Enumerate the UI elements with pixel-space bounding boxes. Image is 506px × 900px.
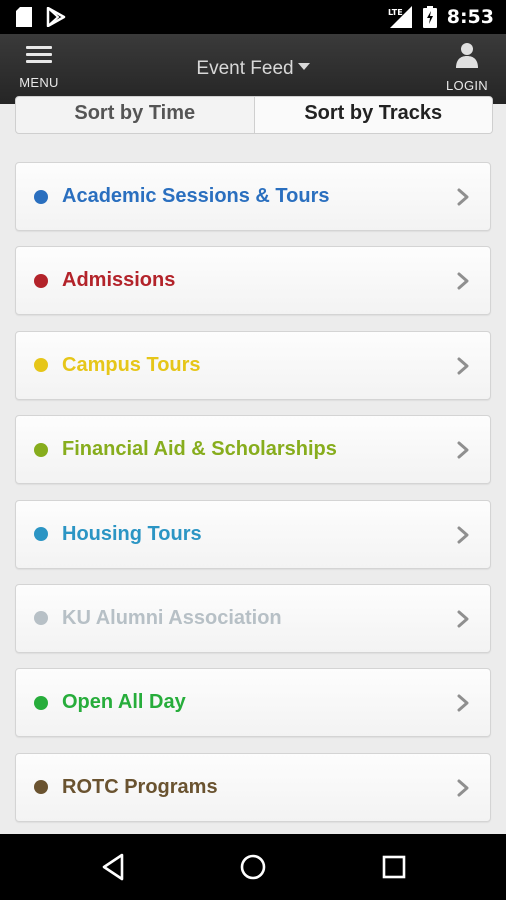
track-color-dot [34,358,48,373]
chevron-right-icon [457,694,469,712]
track-color-dot [34,442,48,457]
chevron-right-icon [457,441,469,459]
sort-segmented-control: Sort by Time Sort by Tracks [15,96,493,134]
track-row[interactable]: Campus Tours [15,330,491,400]
play-store-icon [46,7,66,27]
caret-down-icon [297,63,310,71]
track-label: Financial Aid & Scholarships [62,438,337,461]
status-bar: LTE 8:53 [0,0,506,34]
track-color-dot [34,780,48,795]
track-color-dot [34,695,48,710]
track-label: Campus Tours [62,353,201,376]
login-button[interactable]: LOGIN [442,42,492,98]
track-color-dot [34,189,48,204]
track-label: KU Alumni Association [62,606,282,629]
track-row[interactable]: ROTC Programs [15,752,491,822]
track-row[interactable]: Open All Day [15,668,491,738]
recents-icon[interactable] [378,851,410,883]
track-label: Admissions [62,269,176,292]
svg-text:LTE: LTE [388,8,403,17]
track-row[interactable]: Admissions [15,246,491,316]
home-icon[interactable] [237,851,269,883]
chevron-right-icon [457,188,469,206]
sort-by-time-button[interactable]: Sort by Time [16,97,254,133]
track-label: Academic Sessions & Tours [62,185,330,207]
sd-card-icon [16,7,32,27]
track-row[interactable]: Financial Aid & Scholarships [15,415,491,485]
sort-by-tracks-button[interactable]: Sort by Tracks [253,97,492,133]
navigation-bar [0,834,506,900]
track-color-dot [34,611,48,626]
back-icon[interactable] [98,851,130,883]
battery-icon [422,6,437,28]
login-label: LOGIN [446,78,488,93]
track-label: Open All Day [62,691,186,714]
chevron-right-icon [457,610,469,628]
track-row[interactable]: Academic Sessions & Tours [15,162,491,231]
status-time: 8:53 [446,6,494,28]
chevron-right-icon [457,272,469,290]
page-title: Event Feed [196,58,294,79]
track-row[interactable]: Housing Tours [15,499,491,569]
app-header: MENU Event Feed LOGIN [0,34,506,104]
track-label: Housing Tours [62,522,202,545]
track-label: ROTC Programs [62,775,218,798]
chevron-right-icon [457,779,469,797]
track-color-dot [34,273,48,288]
chevron-right-icon [457,357,469,375]
track-row[interactable]: KU Alumni Association [15,583,491,653]
user-icon [456,43,478,68]
track-list: Academic Sessions & Tours Admissions Campu… [15,162,491,837]
track-color-dot [34,527,48,542]
chevron-right-icon [457,526,469,544]
signal-icon: LTE [388,6,412,28]
event-feed-dropdown[interactable]: Event Feed [0,58,506,80]
